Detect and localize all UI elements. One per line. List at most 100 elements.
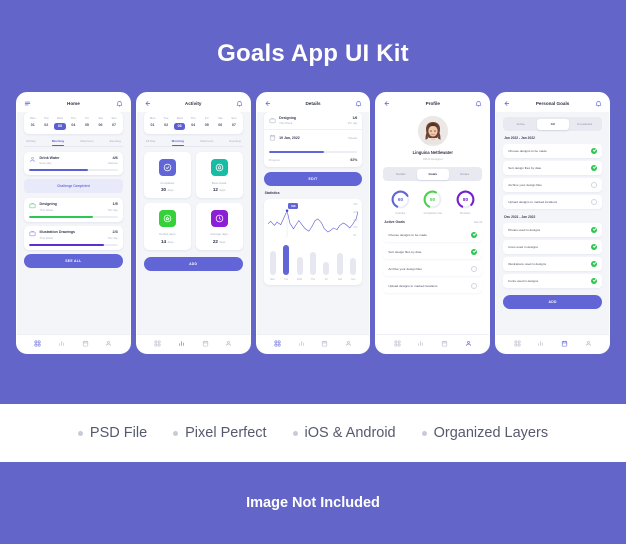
week-day[interactable]: Sun 07 <box>108 116 120 130</box>
week-day[interactable]: Fri 05 <box>201 116 213 130</box>
check-icon[interactable] <box>590 227 597 233</box>
bar-chart-icon[interactable] <box>417 340 424 347</box>
bar-column[interactable] <box>336 241 343 276</box>
week-day[interactable]: Sat 06 <box>95 116 107 130</box>
task-row[interactable]: Fonts used in designs <box>503 274 602 288</box>
bar-column-selected[interactable] <box>283 241 290 276</box>
task-row[interactable]: Icons used in designs <box>503 240 602 254</box>
details-goal-row[interactable]: Designing This Week 1/6 Per day <box>264 112 363 129</box>
week-calendar-strip[interactable]: Mon 01 Tue 02 Wed 03 Thu 04 Fri 05 Sat 0… <box>143 112 243 134</box>
add-button[interactable]: ADD <box>503 295 602 309</box>
task-row[interactable]: Sort design files by date <box>383 244 483 259</box>
check-icon[interactable] <box>471 248 478 255</box>
week-calendar-strip[interactable]: Mon 01 Tue 02 Wed 03 Thu 04 Fri 05 Sat 0… <box>24 112 123 134</box>
week-day[interactable]: Sat 06 <box>215 116 227 130</box>
person-icon[interactable] <box>345 340 352 347</box>
bell-icon[interactable] <box>236 100 243 107</box>
task-row[interactable]: Archive your design files <box>383 261 483 276</box>
bell-icon[interactable] <box>475 100 482 107</box>
unchecked-circle-icon[interactable] <box>590 199 597 205</box>
tab-all-day[interactable]: All Day <box>26 139 36 146</box>
tab-details[interactable]: Details <box>385 169 417 180</box>
back-arrow-icon[interactable] <box>503 100 510 107</box>
week-day-selected[interactable]: Wed 03 <box>54 116 66 130</box>
tab-goals[interactable]: Goals <box>416 168 449 180</box>
calendar-icon[interactable] <box>321 340 328 347</box>
stat-card-completed[interactable]: Completed 30 days <box>143 151 191 199</box>
bar-chart-icon[interactable] <box>178 340 185 347</box>
task-row[interactable]: Archive your design files <box>503 178 602 192</box>
check-icon[interactable] <box>590 278 597 284</box>
task-row[interactable]: Upload designs to marked locations <box>383 278 483 293</box>
tab-evening[interactable]: Evening <box>110 139 121 146</box>
task-row[interactable]: Illustrations used in designs <box>503 257 602 271</box>
add-button[interactable]: ADD <box>143 256 243 271</box>
goal-card-designing[interactable]: Designing This Week 1/5 Per day <box>24 198 123 223</box>
person-icon[interactable] <box>585 340 592 347</box>
unchecked-circle-icon[interactable] <box>471 265 478 272</box>
see-all-button[interactable]: SEE ALL <box>24 253 123 268</box>
tab-morning[interactable]: Morning <box>51 139 65 146</box>
bell-icon[interactable] <box>355 100 362 107</box>
calendar-icon[interactable] <box>441 340 448 347</box>
back-arrow-icon[interactable] <box>264 100 271 107</box>
bar-column[interactable] <box>323 241 330 276</box>
check-icon[interactable] <box>590 165 597 171</box>
bell-icon[interactable] <box>116 100 123 107</box>
check-icon[interactable] <box>590 148 597 154</box>
edit-button[interactable]: EDIT <box>263 172 363 187</box>
task-row[interactable]: Upload designs to marked locations <box>503 195 602 209</box>
tab-all[interactable]: All <box>536 118 569 130</box>
week-day[interactable]: Thu 04 <box>68 116 80 130</box>
check-icon[interactable] <box>471 231 478 238</box>
task-row[interactable]: Sort design files by date <box>503 161 602 175</box>
back-arrow-icon[interactable] <box>144 100 151 107</box>
calendar-icon[interactable] <box>561 340 568 347</box>
task-row[interactable]: Choose designs to be made <box>503 144 602 158</box>
bar-column[interactable] <box>296 241 303 276</box>
week-day[interactable]: Sun 07 <box>228 116 240 130</box>
avatar[interactable] <box>417 116 448 146</box>
back-arrow-icon[interactable] <box>383 100 390 107</box>
tab-active[interactable]: Active <box>505 119 537 130</box>
bar-chart-icon[interactable] <box>58 340 65 347</box>
week-day[interactable]: Tue 02 <box>160 116 172 130</box>
week-day[interactable]: Mon 01 <box>27 116 39 130</box>
week-day[interactable]: Fri 05 <box>81 116 93 130</box>
bell-icon[interactable] <box>595 100 602 107</box>
tab-evening[interactable]: Evening <box>229 139 240 146</box>
grid-dashboard-icon[interactable] <box>394 340 401 347</box>
bar-chart-icon[interactable] <box>537 340 544 347</box>
stat-card-average-days[interactable]: Average days 22 days <box>195 203 243 250</box>
grid-dashboard-icon[interactable] <box>274 340 281 347</box>
tab-all-day[interactable]: All Day <box>146 139 156 146</box>
check-icon[interactable] <box>590 261 597 267</box>
bar-chart-icon[interactable] <box>298 340 305 347</box>
goal-card-illustration-drawings[interactable]: Illustration Drawings This Week 2/3 Per … <box>24 226 123 250</box>
see-all-link[interactable]: See All <box>474 221 482 224</box>
bar-column[interactable] <box>269 241 276 276</box>
tab-morning[interactable]: Morning <box>171 139 185 146</box>
task-row[interactable]: Photos used in designs <box>503 223 602 237</box>
bar-column[interactable] <box>309 241 316 276</box>
week-day[interactable]: Thu 04 <box>187 116 199 130</box>
goal-card-drink-water[interactable]: Drink Water Everyday 4/6 Glasses <box>24 151 123 176</box>
person-icon[interactable] <box>105 340 112 347</box>
bar-column[interactable] <box>350 241 357 276</box>
hamburger-icon[interactable] <box>24 100 31 107</box>
person-icon[interactable] <box>225 340 232 347</box>
calendar-icon[interactable] <box>202 340 209 347</box>
calendar-icon[interactable] <box>82 340 89 347</box>
unchecked-circle-icon[interactable] <box>471 282 478 289</box>
tab-completed[interactable]: Completed <box>569 119 601 130</box>
grid-dashboard-icon[interactable] <box>514 340 521 347</box>
week-day[interactable]: Mon 01 <box>147 116 159 130</box>
unchecked-circle-icon[interactable] <box>590 182 597 188</box>
week-day[interactable]: Tue 02 <box>41 116 53 130</box>
tab-rodes[interactable]: Rodes <box>449 169 481 180</box>
task-row[interactable]: Choose designs to be made <box>383 227 483 242</box>
grid-dashboard-icon[interactable] <box>34 340 41 347</box>
week-day-selected[interactable]: Wed 03 <box>173 116 186 130</box>
check-icon[interactable] <box>590 244 597 250</box>
stat-card-perfect-days[interactable]: Perfect days 14 days <box>143 203 191 250</box>
